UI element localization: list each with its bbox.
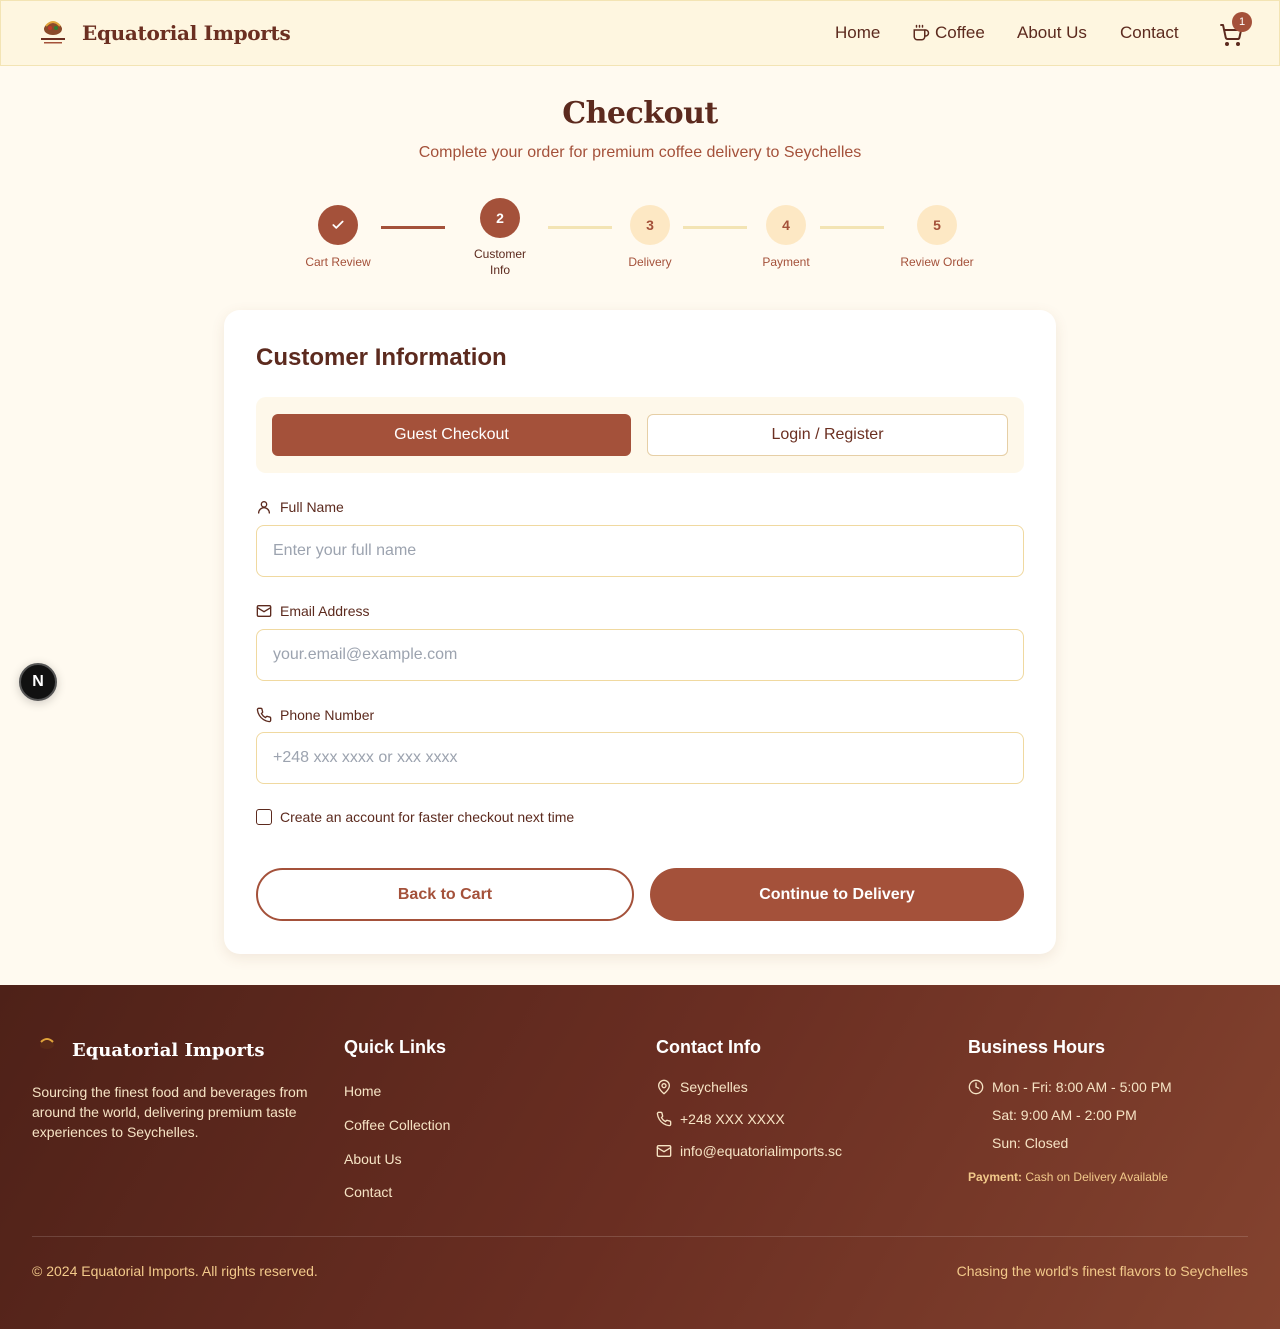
- contact-location: Seychelles: [656, 1079, 748, 1095]
- contact-phone: +248 XXX XXXX: [656, 1111, 785, 1127]
- cart-count-badge: 1: [1232, 12, 1252, 32]
- contact-email[interactable]: info@equatorialimports.sc: [656, 1143, 842, 1159]
- copyright: © 2024 Equatorial Imports. All rights re…: [32, 1263, 318, 1279]
- nav-contact[interactable]: Contact: [1120, 23, 1179, 43]
- login-register-tab[interactable]: Login / Register: [647, 414, 1008, 456]
- clock-icon: [968, 1079, 984, 1095]
- step-2-circle: 2: [480, 198, 520, 238]
- mail-icon: [256, 605, 272, 617]
- email-input[interactable]: [256, 629, 1024, 681]
- brand-logo-icon[interactable]: [37, 18, 69, 48]
- customer-info-card: Customer Information Guest Checkout Logi…: [224, 310, 1056, 954]
- phone-icon: [256, 707, 272, 723]
- checkout-mode-tabs: Guest Checkout Login / Register: [256, 397, 1024, 473]
- nav-coffee-label: Coffee: [935, 23, 985, 42]
- footer-link-home[interactable]: Home: [344, 1083, 381, 1099]
- nav-coffee[interactable]: Coffee: [912, 23, 985, 43]
- step-4-label: Payment: [762, 255, 810, 269]
- footer-link-contact[interactable]: Contact: [344, 1184, 392, 1200]
- footer-link-coffee[interactable]: Coffee Collection: [344, 1117, 450, 1133]
- create-account-checkbox[interactable]: [256, 809, 272, 825]
- hours-saturday: Sat: 9:00 AM - 2:00 PM: [992, 1107, 1137, 1123]
- user-icon: [258, 501, 270, 514]
- full-name-input[interactable]: [256, 525, 1024, 577]
- step-1-circle: [318, 205, 358, 245]
- payment-note: Payment: Cash on Delivery Available: [968, 1170, 1168, 1184]
- step-connector: [683, 226, 747, 229]
- step-4-circle: 4: [766, 205, 806, 245]
- card-title: Customer Information: [256, 344, 507, 371]
- back-to-cart-button[interactable]: Back to Cart: [256, 868, 634, 921]
- hours-weekday: Mon - Fri: 8:00 AM - 5:00 PM: [968, 1079, 1172, 1095]
- step-connector: [820, 226, 884, 229]
- step-5-label: Review Order: [900, 255, 974, 269]
- guest-checkout-tab[interactable]: Guest Checkout: [272, 414, 631, 456]
- business-hours-heading: Business Hours: [968, 1037, 1106, 1057]
- footer-description: Sourcing the finest food and beverages f…: [32, 1084, 308, 1140]
- page-title: Checkout: [562, 96, 718, 131]
- mail-icon: [656, 1145, 672, 1157]
- quick-links-heading: Quick Links: [344, 1037, 447, 1057]
- step-connector: [381, 226, 445, 229]
- full-name-label: Full Name: [256, 499, 344, 515]
- nav-about[interactable]: About Us: [1017, 23, 1087, 43]
- footer-brand: Equatorial Imports: [72, 1040, 265, 1061]
- step-5-circle: 5: [917, 205, 957, 245]
- contact-info-heading: Contact Info: [656, 1037, 761, 1057]
- step-connector: [548, 226, 612, 229]
- site-header: Equatorial Imports Home Coffee About Us …: [0, 0, 1280, 66]
- email-label: Email Address: [256, 603, 369, 619]
- create-account-label: Create an account for faster checkout ne…: [280, 809, 575, 825]
- create-account-row[interactable]: Create an account for faster checkout ne…: [256, 809, 574, 825]
- footer-tagline: Chasing the world's finest flavors to Se…: [956, 1263, 1248, 1279]
- footer-divider: [32, 1236, 1248, 1237]
- footer-link-about[interactable]: About Us: [344, 1151, 402, 1167]
- check-icon: [332, 220, 344, 229]
- brand-name[interactable]: Equatorial Imports: [82, 21, 291, 45]
- phone-input[interactable]: [256, 732, 1024, 784]
- continue-to-delivery-button[interactable]: Continue to Delivery: [650, 868, 1024, 921]
- coffee-cup-icon: [913, 24, 930, 41]
- map-pin-icon: [657, 1079, 671, 1095]
- step-3-label: Delivery: [628, 255, 672, 269]
- hours-sunday: Sun: Closed: [992, 1135, 1069, 1151]
- step-2-label: Customer Info: [473, 247, 526, 277]
- phone-icon: [656, 1111, 672, 1127]
- step-3-circle: 3: [630, 205, 670, 245]
- phone-label: Phone Number: [256, 707, 374, 723]
- site-footer: Equatorial Imports Sourcing the finest f…: [0, 985, 1280, 1329]
- step-1-label: Cart Review: [305, 255, 371, 269]
- footer-logo-icon: [40, 1038, 54, 1049]
- nav-home[interactable]: Home: [835, 23, 880, 43]
- dev-tools-badge[interactable]: N: [19, 663, 57, 701]
- page-subtitle: Complete your order for premium coffee d…: [418, 144, 862, 161]
